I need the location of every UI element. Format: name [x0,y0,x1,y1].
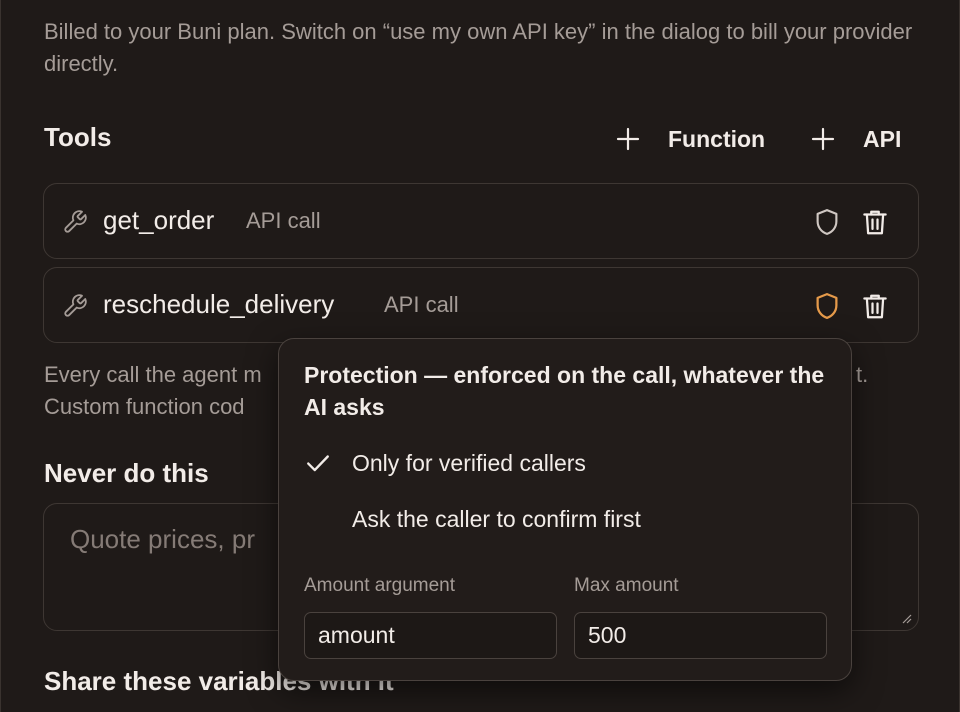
never-heading: Never do this [44,458,209,488]
tools-heading: Tools [44,122,112,152]
option-verified-callers[interactable]: Only for verified callers [279,441,851,485]
amount-argument-input[interactable]: amount [304,612,557,659]
shield-icon[interactable] [812,206,842,238]
tool-name: reschedule_delivery [103,289,335,319]
plus-icon [811,127,835,151]
popover-title: Protection — enforced on the call, whate… [304,362,825,420]
never-do-placeholder: Quote prices, pr [70,524,255,554]
option-confirm-first[interactable]: Ask the caller to confirm first [279,497,851,541]
max-amount-input[interactable]: 500 [574,612,827,659]
shield-icon-active[interactable] [812,290,842,322]
amount-argument-label: Amount argument [304,575,456,596]
agent-settings-panel: Billed to your Buni plan. Switch on “use… [0,0,960,712]
wrench-icon [64,210,87,233]
tool-kind: API call [246,208,321,233]
add-api-label: API [863,125,902,152]
max-amount-label: Max amount [574,575,679,596]
tool-row-reschedule-delivery[interactable]: reschedule_delivery API call [43,267,919,343]
trash-icon[interactable] [860,206,890,238]
billing-note: Billed to your Buni plan. Switch on “use… [44,19,913,76]
protection-popover: Protection — enforced on the call, whate… [278,338,852,681]
add-function-label: Function [668,125,766,152]
add-api-button[interactable]: API [811,122,901,156]
trash-icon[interactable] [860,290,890,322]
tool-kind: API call [384,292,459,317]
add-function-button[interactable]: Function [616,122,765,156]
resize-grip-icon[interactable] [900,612,912,624]
wrench-icon [64,294,87,317]
check-icon [307,455,329,472]
tool-name: get_order [103,205,215,235]
tools-note-line1-end: t. [856,362,869,387]
option-label: Ask the caller to confirm first [352,506,641,532]
plus-icon [616,127,640,151]
option-label: Only for verified callers [352,450,586,476]
tool-row-get-order[interactable]: get_order API call [43,183,919,259]
